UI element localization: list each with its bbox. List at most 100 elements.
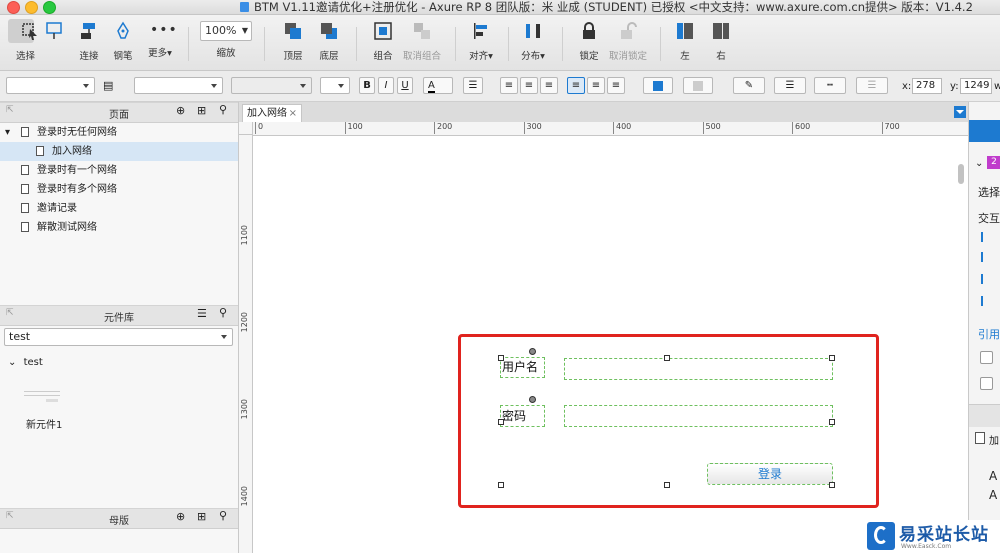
page-item-label: 邀请记录 bbox=[37, 203, 77, 214]
library-group[interactable]: ⌄ test bbox=[8, 357, 43, 368]
valign-bottom-button[interactable]: ≡ bbox=[607, 77, 625, 94]
font-color-button[interactable]: A bbox=[423, 77, 453, 94]
outline-item[interactable]: 加 bbox=[989, 432, 999, 447]
zoom-control[interactable]: 100% ▼ 缩放 bbox=[200, 21, 252, 59]
valign-middle-button[interactable]: ≡ bbox=[587, 77, 605, 94]
event-item[interactable] bbox=[981, 274, 997, 284]
reference-link[interactable]: 引用 bbox=[978, 326, 1000, 342]
selection-handle[interactable] bbox=[829, 355, 835, 361]
pen-icon bbox=[117, 21, 129, 39]
library-select[interactable]: test bbox=[4, 328, 233, 346]
minimize-window-button[interactable] bbox=[25, 1, 38, 14]
font-family-dropdown[interactable] bbox=[134, 77, 223, 94]
right-panel: ⌄ 2 选择 交互 引用 加 A A bbox=[968, 102, 1000, 553]
selection-handle[interactable] bbox=[829, 419, 835, 425]
page-item[interactable]: 邀请记录 bbox=[0, 199, 238, 218]
right-panel-toggle[interactable]: 右 bbox=[708, 21, 734, 62]
selection-handle[interactable] bbox=[664, 482, 670, 488]
page-item[interactable]: 登录时有一个网络 bbox=[0, 161, 238, 180]
username-input[interactable] bbox=[564, 358, 833, 380]
lock-button[interactable]: 锁定 bbox=[576, 21, 602, 62]
close-icon[interactable]: × bbox=[289, 105, 297, 123]
bring-to-front-button[interactable]: 顶层 bbox=[280, 21, 306, 62]
line-color-button[interactable]: ✎ bbox=[733, 77, 765, 94]
tab-join-network[interactable]: 加入网络 × bbox=[242, 104, 302, 122]
page-item[interactable]: ▾ 登录时无任何网络 bbox=[0, 123, 238, 142]
page-item[interactable]: 解散测试网络 bbox=[0, 218, 238, 237]
canvas-scrollbar[interactable] bbox=[956, 136, 966, 552]
close-window-button[interactable] bbox=[7, 1, 20, 14]
font-color-icon: A bbox=[428, 80, 435, 93]
search-icon[interactable]: ⚲ bbox=[219, 509, 227, 522]
password-label[interactable]: 密码 bbox=[500, 405, 545, 427]
pen-tool[interactable]: 钢笔 bbox=[110, 21, 136, 62]
line-style-button[interactable]: ┅ bbox=[814, 77, 846, 94]
rotate-handle[interactable] bbox=[529, 348, 536, 355]
selection-handle[interactable] bbox=[498, 419, 504, 425]
font-style-dropdown[interactable] bbox=[231, 77, 312, 94]
more-tools[interactable]: ••• 更多▾ bbox=[144, 21, 177, 59]
add-master-icon[interactable]: ⊕ bbox=[176, 510, 185, 523]
align-button[interactable]: 对齐▾ bbox=[466, 21, 496, 62]
widget-label[interactable]: 新元件1 bbox=[26, 416, 62, 431]
chevron-down-icon[interactable]: ▾ bbox=[5, 123, 10, 142]
add-folder-icon[interactable]: ⊞ bbox=[197, 510, 206, 523]
selection-handle[interactable] bbox=[664, 355, 670, 361]
search-icon[interactable]: ⚲ bbox=[219, 103, 227, 116]
username-label[interactable]: 用户名 bbox=[500, 357, 545, 378]
text-widget-item[interactable]: A bbox=[989, 488, 997, 502]
align-text-center-button[interactable]: ≡ bbox=[520, 77, 538, 94]
fill-color-button[interactable] bbox=[643, 77, 673, 94]
search-icon[interactable]: ⚲ bbox=[219, 306, 227, 319]
left-panel-toggle[interactable]: 左 bbox=[672, 21, 698, 62]
group-button[interactable]: 组合 bbox=[370, 21, 396, 62]
option-checkbox[interactable] bbox=[980, 351, 993, 364]
option-checkbox[interactable] bbox=[980, 377, 993, 390]
bullet-list-button[interactable]: ☰ bbox=[463, 77, 483, 94]
ruler-tick-label: 1400 bbox=[240, 486, 249, 507]
masters-list bbox=[0, 529, 238, 553]
selection-handle[interactable] bbox=[829, 482, 835, 488]
ungroup-button[interactable]: 取消组合 bbox=[402, 21, 442, 62]
page-item[interactable]: 加入网络 bbox=[0, 142, 238, 161]
format-painter-icon[interactable]: ▤ bbox=[103, 79, 117, 92]
add-page-icon[interactable]: ⊕ bbox=[176, 104, 185, 117]
password-input[interactable] bbox=[564, 405, 833, 427]
zoom-window-button[interactable] bbox=[43, 1, 56, 14]
unlock-button[interactable]: 取消锁定 bbox=[608, 21, 648, 62]
scrollbar-thumb[interactable] bbox=[958, 164, 964, 184]
zoom-select[interactable]: 100% ▼ bbox=[200, 21, 252, 41]
connect-tool-2[interactable]: 连接 bbox=[76, 21, 102, 62]
event-item[interactable] bbox=[981, 252, 997, 262]
tab-menu-button[interactable] bbox=[954, 106, 966, 118]
distribute-button[interactable]: 分布▾ bbox=[518, 21, 548, 62]
add-folder-icon[interactable]: ⊞ bbox=[197, 104, 206, 117]
text-widget-item[interactable]: A bbox=[989, 469, 997, 483]
line-width-button[interactable]: ☰ bbox=[774, 77, 806, 94]
arrow-style-button[interactable]: ☰ bbox=[856, 77, 888, 94]
login-button[interactable]: 登录 bbox=[707, 463, 833, 485]
style-dropdown[interactable] bbox=[6, 77, 95, 94]
send-to-back-button[interactable]: 底层 bbox=[316, 21, 342, 62]
menu-icon[interactable]: ☰ bbox=[197, 307, 207, 320]
connect-tool[interactable] bbox=[42, 21, 68, 44]
left-panel: ⇱ 页面 ⊕ ⊞ ⚲ ▾ 登录时无任何网络 加入网络 登录时有一个网络 登录时有多个网络… bbox=[0, 102, 239, 553]
underline-button[interactable]: U bbox=[397, 77, 413, 94]
event-item[interactable] bbox=[981, 296, 997, 306]
rotate-handle[interactable] bbox=[529, 396, 536, 403]
format-toolbar: ▤ B I U A ☰ ≡ ≡ ≡ ≡ ≡ ≡ ✎ ☰ ┅ ☰ x: 278 y… bbox=[0, 71, 1000, 102]
font-size-dropdown[interactable] bbox=[320, 77, 350, 94]
shadow-button[interactable] bbox=[683, 77, 713, 94]
x-input[interactable]: 278 bbox=[912, 78, 942, 94]
bold-button[interactable]: B bbox=[359, 77, 375, 94]
selection-handle[interactable] bbox=[498, 355, 504, 361]
valign-top-button[interactable]: ≡ bbox=[567, 77, 585, 94]
selection-handle[interactable] bbox=[498, 482, 504, 488]
align-text-left-button[interactable]: ≡ bbox=[500, 77, 518, 94]
italic-button[interactable]: I bbox=[378, 77, 394, 94]
y-input[interactable]: 1249 bbox=[960, 78, 992, 94]
event-item[interactable] bbox=[981, 232, 997, 242]
page-item[interactable]: 登录时有多个网络 bbox=[0, 180, 238, 199]
align-text-right-button[interactable]: ≡ bbox=[540, 77, 558, 94]
widget-thumbnail[interactable] bbox=[24, 388, 60, 406]
